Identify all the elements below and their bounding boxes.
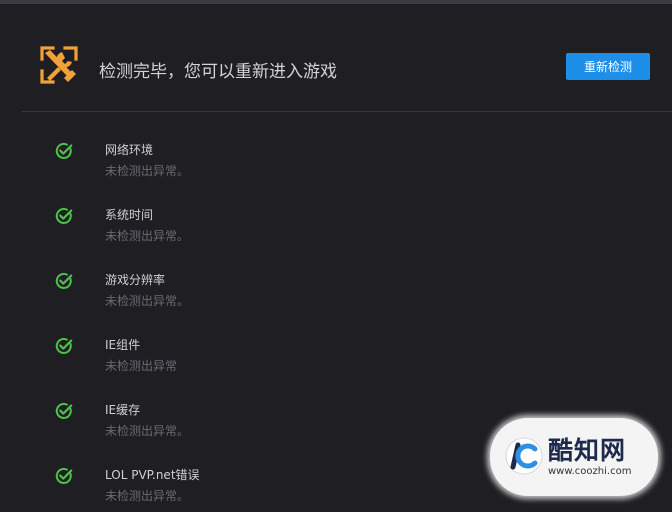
list-item: 系统时间 未检测出异常。 xyxy=(0,177,672,243)
check-circle-icon xyxy=(55,467,73,484)
list-item: 网络环境 未检测出异常。 xyxy=(0,112,672,178)
watermark-url: www.coozhi.com xyxy=(548,466,632,477)
coozhi-logo-icon xyxy=(505,437,543,475)
check-item-name: IE缓存 xyxy=(105,403,141,417)
check-circle-icon xyxy=(55,402,73,419)
wrench-tools-icon xyxy=(40,46,78,84)
check-circle-icon xyxy=(55,272,73,289)
check-item-name: 游戏分辨率 xyxy=(105,273,166,287)
check-item-name: 系统时间 xyxy=(105,208,154,222)
list-item: 游戏分辨率 未检测出异常。 xyxy=(0,242,672,308)
check-item-name: 网络环境 xyxy=(105,143,154,157)
watermark-badge: 酷知网 www.coozhi.com xyxy=(490,418,658,496)
watermark-name: 酷知网 xyxy=(548,436,627,465)
check-circle-icon xyxy=(55,142,73,159)
check-item-status: 未检测出异常。 xyxy=(105,489,190,503)
check-item-name: LOL PVP.net错误 xyxy=(105,468,200,482)
recheck-button[interactable]: 重新检测 xyxy=(566,53,650,80)
check-circle-icon xyxy=(55,207,73,224)
list-item: IE组件 未检测出异常 xyxy=(0,307,672,373)
page-title: 检测完毕，您可以重新进入游戏 xyxy=(99,62,337,82)
check-circle-icon xyxy=(55,337,73,354)
check-item-name: IE组件 xyxy=(105,338,141,352)
